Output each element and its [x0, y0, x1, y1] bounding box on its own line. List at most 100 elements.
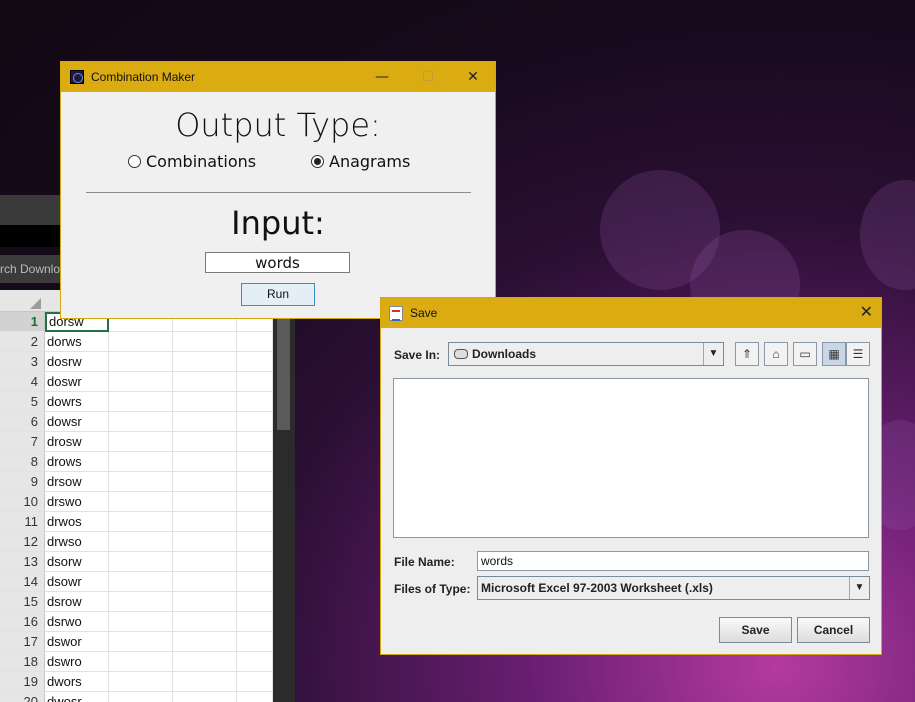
table-cell[interactable] [109, 612, 173, 632]
table-cell[interactable]: dosrw [45, 352, 109, 372]
row-number[interactable]: 18 [0, 652, 45, 671]
table-cell[interactable] [109, 492, 173, 512]
row-number[interactable]: 10 [0, 492, 45, 511]
table-cell[interactable] [109, 532, 173, 552]
table-cell[interactable]: dsowr [45, 572, 109, 592]
table-cell[interactable]: drows [45, 452, 109, 472]
select-all-corner[interactable] [30, 298, 41, 309]
table-cell[interactable] [237, 512, 273, 532]
table-cell[interactable]: dsrow [45, 592, 109, 612]
row-number[interactable]: 14 [0, 572, 45, 591]
title-bar[interactable]: Save ✕ [381, 298, 881, 328]
radio-combinations[interactable]: Combinations [128, 152, 256, 171]
table-cell[interactable] [109, 432, 173, 452]
table-cell[interactable] [173, 472, 237, 492]
table-cell[interactable] [237, 592, 273, 612]
table-cell[interactable] [173, 512, 237, 532]
table-cell[interactable] [109, 412, 173, 432]
table-cell[interactable]: drwos [45, 512, 109, 532]
row-number[interactable]: 2 [0, 332, 45, 351]
row-number[interactable]: 9 [0, 472, 45, 491]
table-cell[interactable] [109, 692, 173, 702]
table-cell[interactable] [173, 492, 237, 512]
row-number[interactable]: 15 [0, 592, 45, 611]
table-cell[interactable] [173, 412, 237, 432]
table-cell[interactable] [173, 612, 237, 632]
table-cell[interactable] [173, 652, 237, 672]
table-cell[interactable] [109, 512, 173, 532]
table-cell[interactable] [237, 692, 273, 702]
radio-anagrams[interactable]: Anagrams [311, 152, 410, 171]
file-name-field[interactable]: words [477, 551, 869, 571]
table-cell[interactable] [109, 572, 173, 592]
table-cell[interactable] [173, 592, 237, 612]
row-number[interactable]: 6 [0, 412, 45, 431]
row-number[interactable]: 19 [0, 672, 45, 691]
row-number[interactable]: 1 [0, 312, 45, 331]
table-cell[interactable] [173, 692, 237, 702]
table-cell[interactable] [173, 452, 237, 472]
table-cell[interactable]: dowrs [45, 392, 109, 412]
files-of-type-combo[interactable]: Microsoft Excel 97-2003 Worksheet (.xls)… [477, 576, 870, 600]
table-cell[interactable] [173, 432, 237, 452]
table-cell[interactable]: drosw [45, 432, 109, 452]
row-number[interactable]: 13 [0, 552, 45, 571]
table-cell[interactable] [237, 432, 273, 452]
table-cell[interactable] [237, 332, 273, 352]
table-cell[interactable] [109, 592, 173, 612]
radio-circle-icon[interactable] [128, 155, 141, 168]
table-cell[interactable] [237, 392, 273, 412]
row-number[interactable]: 20 [0, 692, 45, 702]
table-cell[interactable] [109, 372, 173, 392]
file-list[interactable] [393, 378, 869, 538]
table-cell[interactable]: dswro [45, 652, 109, 672]
table-cell[interactable]: dsrwo [45, 612, 109, 632]
cancel-button[interactable]: Cancel [797, 617, 870, 643]
table-cell[interactable] [237, 652, 273, 672]
table-cell[interactable] [237, 552, 273, 572]
table-cell[interactable] [237, 672, 273, 692]
table-cell[interactable] [237, 452, 273, 472]
table-cell[interactable]: dswor [45, 632, 109, 652]
table-cell[interactable]: dowsr [45, 412, 109, 432]
input-field[interactable]: words [205, 252, 350, 273]
table-cell[interactable] [109, 352, 173, 372]
row-number[interactable]: 12 [0, 532, 45, 551]
scrollbar-thumb[interactable] [277, 310, 290, 430]
table-cell[interactable]: dsorw [45, 552, 109, 572]
table-cell[interactable] [109, 672, 173, 692]
chevron-down-icon[interactable]: ▼ [703, 343, 723, 365]
up-one-level-icon[interactable]: ⇑ [735, 342, 759, 366]
details-view-icon[interactable]: ☰ [846, 342, 870, 366]
row-number[interactable]: 8 [0, 452, 45, 471]
table-cell[interactable] [173, 572, 237, 592]
close-button[interactable]: ✕ [450, 62, 496, 92]
row-number[interactable]: 3 [0, 352, 45, 371]
table-cell[interactable] [109, 332, 173, 352]
run-button[interactable]: Run [241, 283, 315, 306]
chevron-down-icon[interactable]: ▼ [849, 577, 869, 599]
list-view-icon[interactable]: ▦ [822, 342, 846, 366]
table-cell[interactable] [109, 472, 173, 492]
home-icon[interactable]: ⌂ [764, 342, 788, 366]
close-button[interactable]: ✕ [860, 302, 873, 322]
table-cell[interactable] [173, 332, 237, 352]
table-cell[interactable] [237, 492, 273, 512]
row-number[interactable]: 5 [0, 392, 45, 411]
table-cell[interactable] [237, 572, 273, 592]
table-cell[interactable] [173, 532, 237, 552]
table-cell[interactable] [109, 392, 173, 412]
excel-search-box[interactable]: rch Downlo [0, 255, 62, 283]
table-cell[interactable] [237, 532, 273, 552]
table-cell[interactable] [173, 632, 237, 652]
table-cell[interactable] [237, 472, 273, 492]
table-cell[interactable]: drsow [45, 472, 109, 492]
excel-scrollbar[interactable] [273, 290, 295, 702]
table-cell[interactable] [173, 392, 237, 412]
table-cell[interactable]: drswo [45, 492, 109, 512]
save-button[interactable]: Save [719, 617, 792, 643]
table-cell[interactable] [237, 612, 273, 632]
save-in-combo[interactable]: Downloads ▼ [448, 342, 724, 366]
table-cell[interactable]: dwors [45, 672, 109, 692]
maximize-button[interactable]: ☐ [405, 62, 451, 92]
